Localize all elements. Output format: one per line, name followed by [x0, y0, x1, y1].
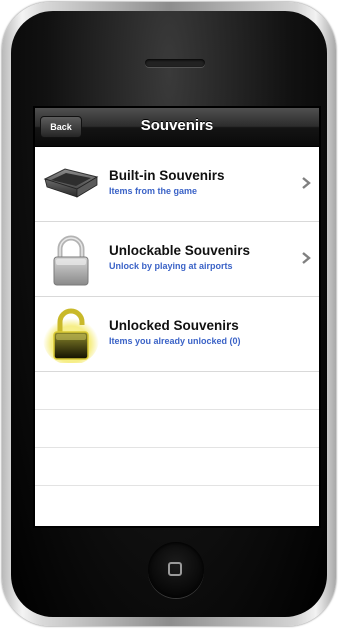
empty-row [35, 372, 319, 410]
navigation-bar: Back Souvenirs [35, 108, 319, 147]
row-subtitle: Unlock by playing at airports [109, 261, 233, 271]
tray-icon [43, 168, 99, 198]
list-item-unlockable-souvenirs[interactable]: Unlockable Souvenirs Unlock by playing a… [35, 222, 319, 297]
app-screen: Back Souvenirs Built-in Souvenirs Items … [35, 108, 319, 526]
chevron-right-icon [302, 252, 311, 264]
padlock-locked-icon [53, 235, 89, 286]
home-button[interactable] [148, 542, 204, 598]
list-item-unlocked-souvenirs[interactable]: Unlocked Souvenirs Items you already unl… [35, 297, 319, 372]
empty-row [35, 410, 319, 448]
page-title: Souvenirs [140, 117, 214, 134]
earpiece-speaker [145, 59, 205, 67]
empty-row [35, 448, 319, 486]
row-title: Built-in Souvenirs [109, 168, 225, 183]
home-square-icon [168, 562, 182, 576]
row-subtitle: Items from the game [109, 186, 198, 196]
row-title: Unlockable Souvenirs [109, 243, 251, 258]
list-item-built-in-souvenirs[interactable]: Built-in Souvenirs Items from the game [35, 147, 319, 222]
row-subtitle: Items you already unlocked (0) [109, 336, 241, 346]
padlock-unlocked-icon [43, 308, 99, 363]
row-title: Unlocked Souvenirs [109, 318, 239, 333]
souvenir-list: Built-in Souvenirs Items from the game U… [35, 147, 319, 486]
chevron-right-icon [302, 177, 311, 189]
